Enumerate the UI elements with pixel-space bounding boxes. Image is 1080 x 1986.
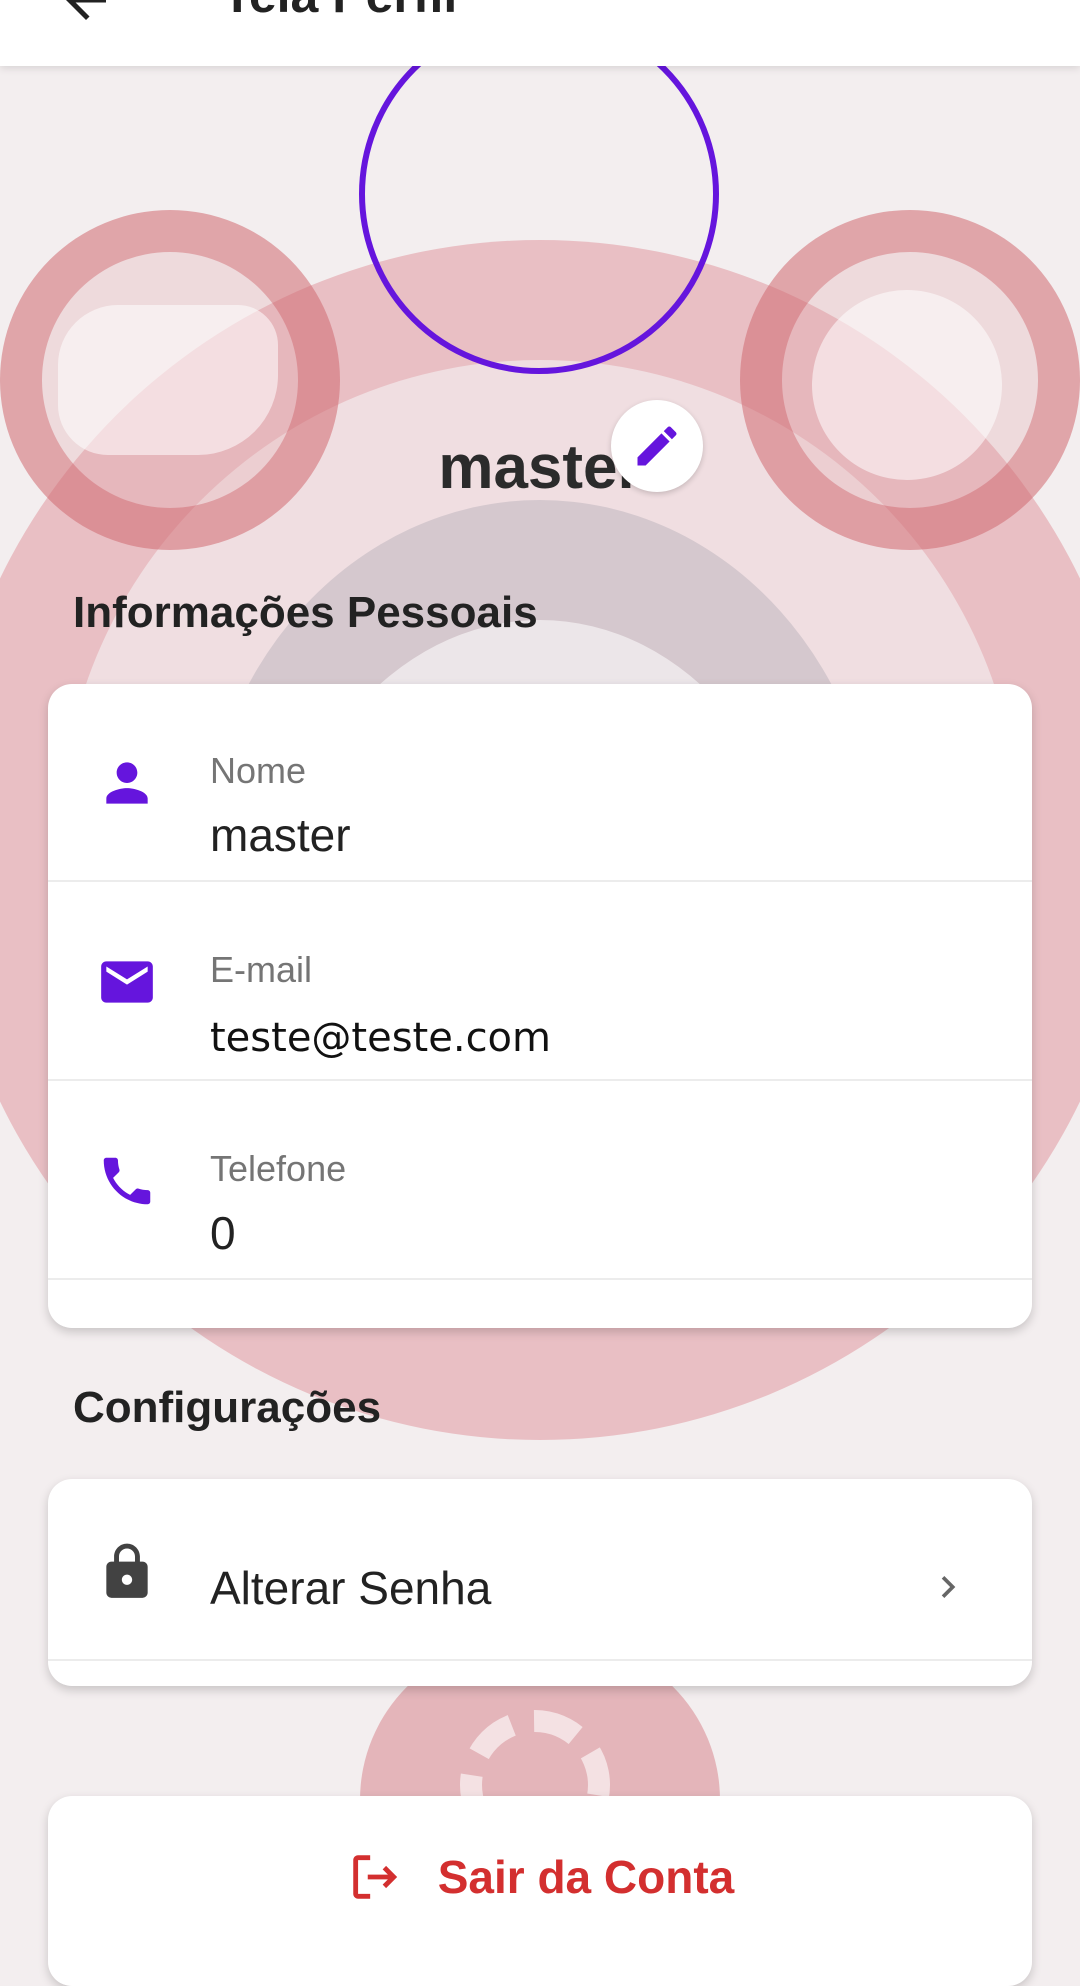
email-label: E-mail [210,949,313,990]
app-bar: Tela Perfil [0,0,1080,66]
email-row[interactable]: E-mail teste@teste.com [48,883,1032,1081]
change-password-row[interactable]: Alterar Senha [48,1479,1032,1661]
edit-profile-button[interactable] [611,400,703,492]
logout-card: Sair da Conta [48,1796,1032,1986]
personal-info-card: Nome master E-mail teste@teste.com Telef… [48,684,1032,1328]
personal-info-heading: Informações Pessoais [73,588,538,637]
phone-icon [103,1157,151,1205]
name-label: Nome [210,750,307,791]
pencil-icon [637,426,677,466]
email-value: teste@teste.com [210,1015,551,1061]
email-icon [101,961,153,1003]
logout-icon [352,1855,397,1899]
person-icon [106,762,148,804]
avatar [359,14,719,374]
chevron-right-icon [941,1576,956,1598]
phone-label: Telefone [210,1148,347,1189]
profile-username: master [438,433,642,502]
change-password-label: Alterar Senha [210,1562,492,1614]
logout-button[interactable]: Sair da Conta [48,1848,1032,1906]
settings-heading: Configurações [73,1383,382,1432]
name-value: master [210,809,351,861]
phone-row[interactable]: Telefone 0 [48,1082,1032,1280]
name-row[interactable]: Nome master [48,684,1032,882]
logout-label: Sair da Conta [437,1851,735,1903]
lock-icon [106,1543,148,1598]
back-arrow-icon[interactable] [56,0,116,30]
settings-card: Alterar Senha [48,1479,1032,1686]
page-title: Tela Perfil [222,0,457,24]
phone-value: 0 [210,1207,236,1259]
